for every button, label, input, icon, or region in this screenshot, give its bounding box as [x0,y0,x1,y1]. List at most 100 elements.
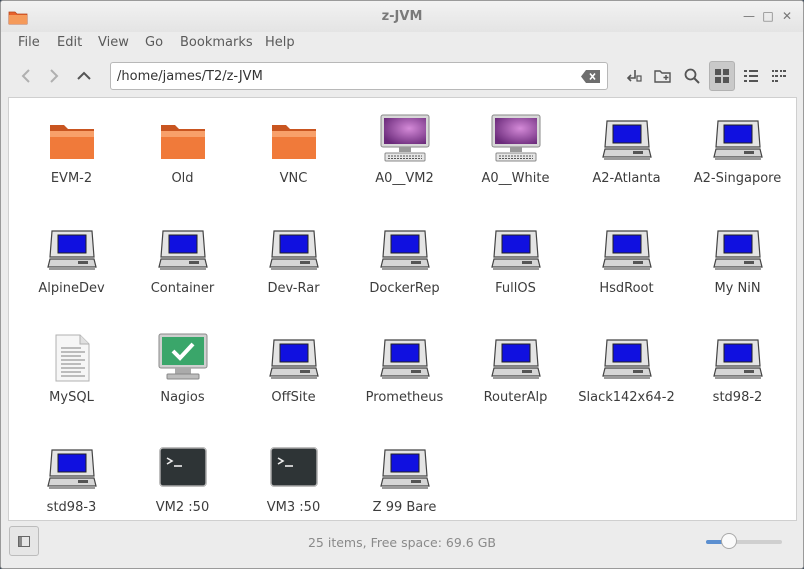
computer-icon [601,223,653,275]
window-title: z-JVM [381,9,423,24]
file-item-label: A2-Singapore [693,171,782,186]
menu-edit[interactable]: Edit [57,35,82,50]
file-item-label: DockerRep [369,280,440,296]
file-item[interactable]: RouterAlp [463,322,568,422]
location-path[interactable]: /home/james/T2/z-JVM [117,69,263,84]
computer-icon [157,223,209,275]
folder-icon [268,113,320,165]
file-item[interactable]: std98-2 [685,322,790,422]
back-button[interactable] [15,65,37,87]
file-item-label: Dev-Rar [267,280,320,296]
computer-icon [601,332,653,384]
file-item[interactable]: A2-Atlanta [574,103,679,203]
file-item[interactable]: Old [130,103,235,203]
menu-file[interactable]: File [18,35,40,50]
clear-icon[interactable] [581,70,601,83]
file-item-label: AlpineDev [38,280,105,296]
file-item-label: Z 99 Bare [372,499,437,515]
file-item[interactable]: EVM-2 [19,103,124,203]
file-item-label: A0__VM2 [375,171,434,186]
file-item[interactable]: A2-Singapore [685,103,790,203]
computer-icon [268,332,320,384]
file-item-label: My NiN [714,280,761,296]
file-item[interactable]: Container [130,213,235,313]
file-item-label: std98-2 [712,390,763,405]
folder-icon [46,113,98,165]
location-bar[interactable]: /home/james/T2/z-JVM [110,62,608,90]
computer-icon [379,442,431,494]
file-item[interactable]: Prometheus [352,322,457,422]
zoom-slider[interactable] [706,540,782,544]
compact-view-button[interactable] [766,61,792,91]
monitor-check-icon [157,332,209,384]
forward-button[interactable] [43,65,65,87]
file-item[interactable]: A0__VM2 [352,103,457,203]
file-item[interactable]: A0__White [463,103,568,203]
file-manager-window: z-JVM — □ ✕ File Edit View Go Bookmarks … [0,0,804,569]
search-icon[interactable] [683,67,701,85]
file-item-label: EVM-2 [50,171,93,186]
file-item[interactable]: Z 99 Bare [352,432,457,532]
new-folder-icon[interactable] [654,67,672,85]
zoom-slider-handle[interactable] [720,533,737,549]
file-item-label: A2-Atlanta [592,171,661,186]
menu-help[interactable]: Help [265,35,295,50]
file-item-label: Old [171,171,194,186]
file-item-label: VM2 :50 [155,499,210,515]
file-item[interactable]: std98-3 [19,432,124,532]
file-item[interactable]: Slack142x64-2 [574,322,679,422]
monitor-purple-icon [379,113,431,165]
file-item-label: Prometheus [365,390,444,405]
file-item[interactable]: OffSite [241,322,346,422]
menu-go[interactable]: Go [145,35,163,50]
file-item-label: Slack142x64-2 [578,390,675,405]
computer-icon [601,113,653,165]
file-item[interactable]: VM3 :50 [241,432,346,532]
computer-icon [490,332,542,384]
computer-icon [268,223,320,275]
file-item[interactable]: Dev-Rar [241,213,346,313]
titlebar[interactable]: z-JVM — □ ✕ [1,1,803,32]
file-item-label: VNC [279,171,308,186]
up-button[interactable] [73,65,95,87]
list-view-button[interactable] [738,61,764,91]
file-item[interactable]: VNC [241,103,346,203]
open-terminal-icon[interactable] [625,67,643,85]
menu-view[interactable]: View [98,35,129,50]
computer-icon [46,442,98,494]
folder-icon [157,113,209,165]
compact-list-icon [772,70,786,82]
file-item-label: std98-3 [46,499,97,515]
file-item[interactable]: Nagios [130,322,235,422]
chevron-right-icon [50,69,59,83]
list-icon [744,70,758,82]
file-item[interactable]: My NiN [685,213,790,313]
chevron-left-icon [21,69,30,83]
grid-icon [715,69,729,83]
file-item-label: OffSite [271,390,316,405]
status-text: 25 items, Free space: 69.6 GB [307,535,496,550]
computer-icon [712,113,764,165]
file-item-label: RouterAlp [483,390,548,405]
close-icon[interactable]: ✕ [778,7,796,25]
file-item[interactable]: VM2 :50 [130,432,235,532]
computer-icon [379,223,431,275]
computer-icon [490,223,542,275]
file-item[interactable]: MySQL [19,322,124,422]
file-item[interactable]: DockerRep [352,213,457,313]
icon-view-button[interactable] [709,61,735,91]
statusbar: 25 items, Free space: 69.6 GB [1,521,803,568]
file-item-label: VM3 :50 [266,499,321,515]
minimize-icon[interactable]: — [740,7,758,25]
file-item-label: HsdRoot [599,280,654,296]
file-item[interactable]: FullOS [463,213,568,313]
file-item[interactable]: HsdRoot [574,213,679,313]
file-item-label: MySQL [49,390,94,405]
menu-bookmarks[interactable]: Bookmarks [180,35,253,50]
computer-icon [46,223,98,275]
file-icon-grid[interactable]: EVM-2 Old VNC A0__VM2 A0__White A2-Atlan… [8,97,797,521]
chevron-up-icon [77,71,91,80]
terminal-icon [268,442,320,494]
file-item[interactable]: AlpineDev [19,213,124,313]
maximize-icon[interactable]: □ [759,7,777,25]
